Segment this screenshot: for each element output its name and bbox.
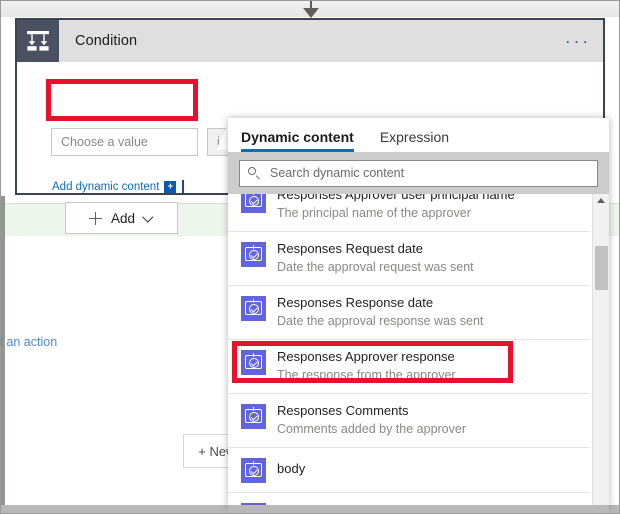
list-item-description: The response from the approver: [277, 368, 456, 382]
approval-token-icon: [241, 296, 266, 321]
tab-expression[interactable]: Expression: [380, 129, 449, 152]
list-item[interactable]: Responses Approver user principal name T…: [228, 194, 590, 232]
flyout-tablist: Dynamic content Expression: [228, 118, 609, 152]
list-item-description: The principal name of the approver: [277, 206, 471, 220]
approval-token-icon: [241, 242, 266, 267]
scroll-up-arrow-icon[interactable]: [597, 198, 605, 203]
condition-card-title: Condition: [75, 33, 138, 49]
tab-dynamic-content[interactable]: Dynamic content: [241, 129, 354, 152]
list-item-title: Responses Comments: [277, 403, 409, 418]
add-an-action-link[interactable]: d an action: [0, 335, 57, 349]
list-item-highlighted[interactable]: Responses Approver response The response…: [228, 340, 590, 394]
list-item[interactable]: Responses Request date Date the approval…: [228, 232, 590, 286]
approval-token-icon: [241, 350, 266, 375]
list-item-title: Responses Response date: [277, 295, 434, 310]
add-dynamic-content-link[interactable]: Add dynamic content +: [52, 180, 185, 193]
list-item-title: body: [277, 461, 306, 476]
search-input[interactable]: [270, 166, 589, 180]
condition-branch-icon: [17, 20, 59, 62]
dynamic-content-list-scroll-area: Responses Approver user principal name T…: [228, 194, 609, 508]
plus-icon: [88, 211, 102, 225]
dynamic-content-list: Responses Approver user principal name T…: [228, 194, 590, 508]
chevron-down-icon: [144, 213, 154, 223]
connector-arrow-icon: [303, 8, 319, 18]
list-item[interactable]: body: [228, 448, 590, 493]
search-dynamic-content-box[interactable]: [239, 159, 598, 187]
list-item-description: Date the approval request was sent: [277, 260, 474, 274]
approval-token-icon: [241, 404, 266, 429]
flyout-scrollbar[interactable]: [592, 194, 609, 508]
flyout-search-band: [228, 152, 609, 194]
approval-token-icon: [241, 458, 266, 483]
add-condition-button[interactable]: Add: [65, 202, 178, 234]
add-dynamic-content-label: Add dynamic content: [52, 180, 160, 193]
list-item[interactable]: Responses Response date Date the approva…: [228, 286, 590, 340]
search-icon: [248, 166, 261, 180]
list-item-title: Responses Request date: [277, 241, 423, 256]
dynamic-content-flyout: Dynamic content Expression Responses App…: [228, 118, 609, 508]
list-item-title: Responses Approver user principal name: [277, 194, 515, 202]
flyout-bottom-bar: [228, 505, 609, 513]
screenshot-root: d an action + New step Condition ···: [0, 0, 620, 514]
left-edge-rail: [1, 196, 5, 513]
approval-token-icon: [241, 194, 266, 213]
condition-card-header: Condition ···: [17, 20, 603, 62]
scrollbar-thumb[interactable]: [595, 246, 608, 290]
condition-left-value-input[interactable]: Choose a value: [51, 128, 198, 156]
list-item[interactable]: Responses Comments Comments added by the…: [228, 394, 590, 448]
list-item-description: Comments added by the approver: [277, 422, 466, 436]
list-item-description: Date the approval response was sent: [277, 314, 484, 328]
condition-overflow-menu-button[interactable]: ···: [565, 33, 591, 50]
text-caret: [182, 180, 185, 193]
list-item-title: Responses Approver response: [277, 349, 455, 364]
add-button-label: Add: [110, 210, 136, 226]
add-dynamic-content-plus-icon: +: [164, 180, 177, 193]
